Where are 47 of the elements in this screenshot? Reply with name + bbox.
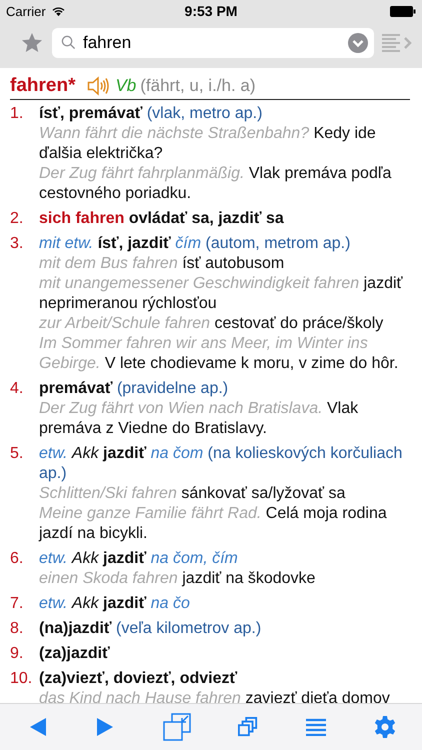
forward-button[interactable]: [95, 717, 116, 737]
status-time: 9:53 PM: [184, 3, 238, 19]
sense-heading: ísť, premávať (vlak, metro ap.): [39, 104, 264, 124]
search-field[interactable]: fahren: [52, 28, 374, 58]
wifi-icon: [50, 6, 66, 16]
sense-heading: etw. Akk jazdiť na čo: [39, 594, 191, 614]
example-sentence: Wann fährt die nächste Straßenbahn? Kedy ide ďalšia električka?: [39, 124, 377, 164]
example-sentence: Der Zug fährt von Wien nach Bratislava. Vlak premáva z Viedne do Bratislavy.: [39, 399, 360, 439]
sense-number: 5.: [10, 444, 24, 464]
speaker-icon[interactable]: [87, 76, 110, 96]
sense-heading: etw. Akk jazdiť na čom (na kolieskových korčuliach ap.): [39, 444, 404, 484]
example-sentence: mit dem Bus fahren ísť autobusom: [39, 254, 286, 274]
sense-number: 7.: [10, 594, 24, 614]
sense-heading: mit etw. ísť, jazdiť čím (autom, metrom ap.): [39, 234, 352, 254]
example-sentence: Der Zug fährt fahrplanmäßig. Vlak premáva podľa cestovného poriadku.: [39, 164, 392, 204]
sense-heading: (na)jazdiť (veľa kilometrov ap.): [39, 619, 262, 639]
shrink-window-button[interactable]: [162, 713, 191, 741]
sense-heading: (za)jazdiť: [39, 644, 111, 664]
dropdown-button[interactable]: [348, 33, 368, 53]
sense-number: 8.: [10, 619, 24, 639]
sense-heading: sich fahren ovládať sa, jazdiť sa: [39, 209, 285, 229]
sense-heading: (za)viezť, doviezť, odviezť: [39, 669, 238, 689]
example-sentence: das Kind nach Hause fahren zaviezť dieťa domov: [39, 689, 391, 703]
sense-number: 2.: [10, 209, 24, 229]
headword: fahren*: [10, 76, 76, 96]
sense-heading: etw. Akk jazdiť na čom, čím: [39, 549, 239, 569]
example-sentence: Schlitten/Ski fahren sánkovať sa/lyžovať sa: [39, 484, 346, 504]
battery-icon: [390, 6, 416, 16]
sense-number: 3.: [10, 234, 24, 254]
example-sentence: einen Skoda fahren jazdiť na škodovke: [39, 569, 316, 589]
example-sentence: Meine ganze Familie fährt Rad. Celá moja rodina jazdí na bicykli.: [39, 504, 388, 544]
example-sentence: zur Arbeit/Schule fahren cestovať do práce/školy: [39, 314, 384, 334]
list-button[interactable]: [306, 718, 326, 736]
overlapping-squares-button[interactable]: [238, 717, 258, 737]
back-button[interactable]: [28, 717, 48, 737]
sense-number: 1.: [10, 104, 24, 124]
sense-number: 4.: [10, 379, 24, 399]
sense-number: 6.: [10, 549, 24, 569]
example-sentence: Im Sommer fahren wir ans Meer, im Winter ins Gebirge. V lete chodievame k moru, v zime do hôr.: [39, 334, 400, 374]
sense-number: 9.: [10, 644, 24, 664]
part-of-speech: Vb: [115, 76, 136, 96]
search-icon: [61, 35, 76, 50]
sense-heading: premávať (pravidelne ap.): [39, 379, 230, 399]
sense-number: 10.: [10, 669, 34, 689]
settings-button[interactable]: [372, 715, 397, 739]
carrier-label: Carrier: [6, 4, 46, 18]
grammar-forms: (fährt, u, i./h. a): [140, 76, 256, 96]
